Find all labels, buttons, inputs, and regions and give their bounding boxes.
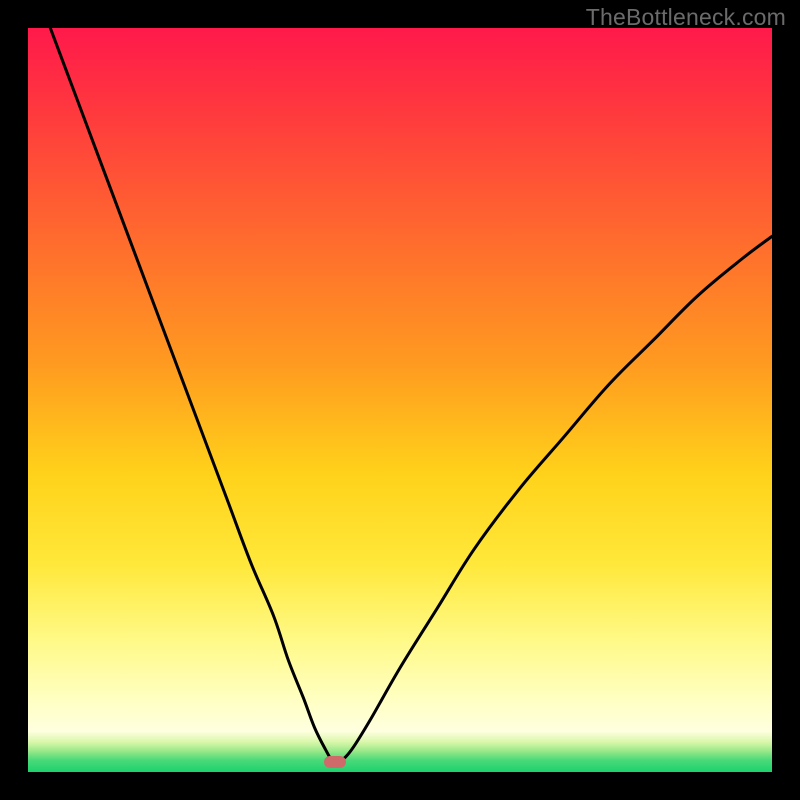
watermark-text: TheBottleneck.com bbox=[586, 4, 786, 31]
gradient-background bbox=[28, 28, 772, 772]
plot-frame bbox=[28, 28, 772, 772]
bottleneck-chart bbox=[28, 28, 772, 772]
optimal-marker bbox=[324, 756, 346, 768]
